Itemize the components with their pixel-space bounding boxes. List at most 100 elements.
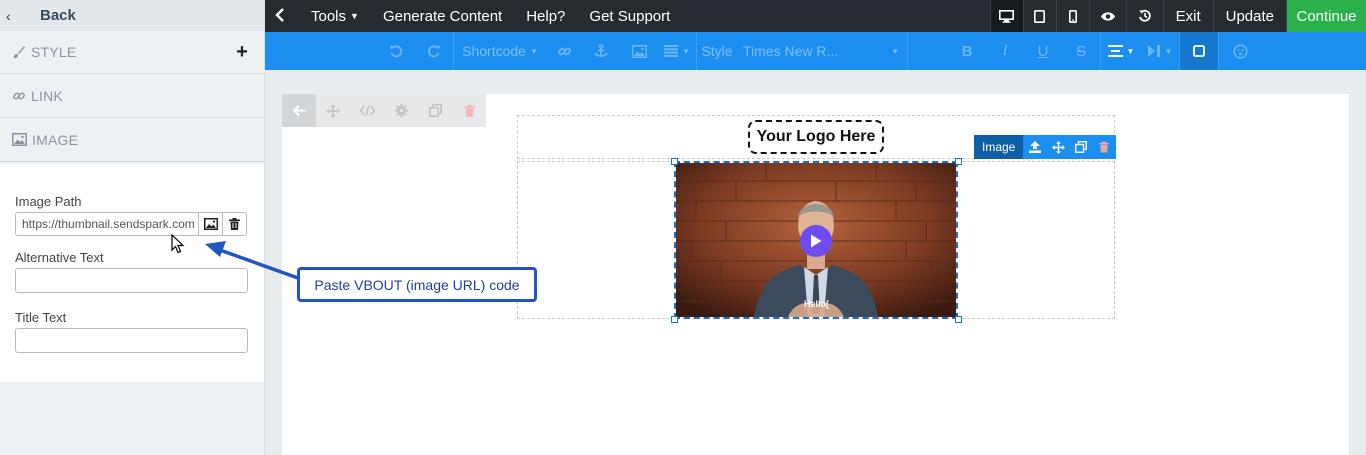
back-label: Back — [40, 7, 76, 24]
row-settings-button[interactable] — [384, 94, 418, 127]
move-icon — [326, 103, 340, 118]
desktop-view-button[interactable] — [989, 0, 1023, 32]
upload-image-button[interactable] — [1023, 135, 1046, 159]
add-style-button[interactable]: + — [236, 41, 248, 64]
text-direction-icon — [1147, 45, 1160, 57]
underline-button[interactable]: U — [1024, 32, 1062, 70]
brush-icon — [13, 46, 25, 59]
desktop-icon — [999, 9, 1015, 23]
image-icon — [631, 44, 647, 58]
play-button[interactable] — [800, 225, 832, 257]
annotation-callout: Paste VBOUT (image URL) code — [297, 267, 537, 302]
italic-button[interactable]: I — [986, 32, 1024, 70]
line-height-icon — [1107, 45, 1123, 57]
arrow-left-icon — [292, 105, 305, 116]
row-code-button[interactable] — [350, 94, 384, 127]
resize-handle[interactable] — [955, 316, 962, 323]
menu-tools-label: Tools — [311, 7, 347, 25]
mobile-view-button[interactable] — [1055, 0, 1089, 32]
preview-eye-icon — [1100, 11, 1115, 21]
redo-button[interactable] — [415, 32, 453, 70]
font-family-dropdown[interactable]: Times New R... ▼ — [737, 32, 907, 70]
bold-button[interactable]: B — [948, 32, 986, 70]
title-text-label: Title Text — [15, 310, 67, 325]
history-button[interactable] — [1125, 0, 1163, 32]
duplicate-image-button[interactable] — [1070, 135, 1093, 159]
anchor-icon — [594, 43, 608, 57]
section-link[interactable]: LINK — [0, 74, 264, 118]
trash-icon — [1099, 141, 1110, 153]
align-dropdown[interactable]: ▼ — [658, 32, 696, 70]
continue-button[interactable]: Continue — [1286, 0, 1366, 32]
browse-image-button[interactable] — [199, 212, 223, 236]
left-panel: ‹ Back STYLE + LINK IMAGE Image Path htt… — [0, 0, 265, 455]
section-link-label: LINK — [31, 87, 63, 104]
alt-text-label: Alternative Text — [15, 250, 104, 265]
anchor-button[interactable] — [582, 32, 620, 70]
menu-generate-content[interactable]: Generate Content — [383, 8, 502, 25]
emoji-button[interactable] — [1219, 32, 1261, 70]
redo-icon — [427, 45, 440, 58]
shortcode-dropdown[interactable]: Shortcode ▼ — [454, 32, 546, 70]
line-height-dropdown[interactable]: ▼ — [1101, 32, 1141, 70]
move-image-button[interactable] — [1047, 135, 1070, 159]
logo-placeholder[interactable]: Your Logo Here — [748, 120, 884, 154]
insert-link-button[interactable] — [546, 32, 582, 70]
row-toolbar — [282, 94, 486, 127]
trash-icon — [229, 218, 240, 230]
shortcode-label: Shortcode — [462, 43, 526, 59]
editor-toolbar: Shortcode ▼ ▼ Style Times New R... ▼ B I… — [265, 32, 1366, 70]
font-family-value: Times New R... — [743, 43, 839, 59]
caret-down-icon: ▼ — [682, 46, 690, 56]
insert-image-button[interactable] — [620, 32, 658, 70]
section-image[interactable]: IMAGE — [0, 118, 264, 162]
title-text-input[interactable] — [15, 328, 248, 353]
chevron-left-icon — [275, 7, 284, 22]
move-icon — [1051, 140, 1065, 154]
menu-get-support[interactable]: Get Support — [589, 8, 670, 25]
delete-image-button[interactable] — [1093, 135, 1116, 159]
resize-handle[interactable] — [955, 158, 962, 165]
border-button[interactable] — [1180, 32, 1218, 70]
strikethrough-button[interactable]: S — [1062, 32, 1100, 70]
caret-down-icon: ▼ — [1126, 46, 1135, 56]
menu-help[interactable]: Help? — [526, 8, 565, 25]
link-icon — [557, 47, 571, 55]
image-toolbar-label: Image — [974, 135, 1024, 159]
style-label-cell: Style — [697, 32, 737, 70]
top-bar: Tools ▼ Generate Content Help? Get Suppo… — [265, 0, 1366, 32]
update-button[interactable]: Update — [1212, 0, 1286, 32]
row-duplicate-button[interactable] — [418, 94, 452, 127]
row-select-parent-button[interactable] — [282, 94, 316, 127]
duplicate-icon — [428, 104, 442, 117]
upload-icon — [1028, 141, 1041, 153]
undo-button[interactable] — [377, 32, 415, 70]
alt-text-input[interactable] — [15, 268, 248, 293]
section-style[interactable]: STYLE + — [0, 31, 264, 74]
row-delete-button[interactable] — [452, 94, 486, 127]
emoji-icon — [1232, 43, 1248, 59]
caret-down-icon: ▼ — [891, 46, 899, 56]
image-icon — [203, 218, 218, 230]
video-thumbnail-image[interactable]: Hello[ — [674, 161, 958, 319]
image-settings-form: Image Path https://thumbnail.sendspark.c… — [0, 164, 264, 382]
image-path-input[interactable]: https://thumbnail.sendspark.com — [15, 212, 199, 236]
menu-tools[interactable]: Tools ▼ — [311, 8, 359, 25]
align-icon — [664, 45, 679, 57]
resize-handle[interactable] — [671, 316, 678, 323]
clear-image-button[interactable] — [223, 212, 247, 236]
exit-button[interactable]: Exit — [1162, 0, 1213, 32]
image-icon — [12, 133, 27, 146]
back-button[interactable]: ‹ Back — [0, 0, 264, 31]
caret-down-icon: ▼ — [350, 11, 359, 21]
history-icon — [1138, 9, 1151, 22]
row-move-button[interactable] — [316, 94, 350, 127]
chevron-left-icon: ‹ — [6, 7, 11, 24]
preview-button[interactable] — [1088, 0, 1126, 32]
section-style-label: STYLE — [31, 44, 77, 60]
tablet-view-button[interactable] — [1022, 0, 1056, 32]
text-direction-dropdown[interactable]: ▼ — [1141, 32, 1179, 70]
collapse-panel-button[interactable] — [265, 6, 295, 27]
style-label: Style — [701, 43, 733, 59]
resize-handle[interactable] — [671, 158, 678, 165]
